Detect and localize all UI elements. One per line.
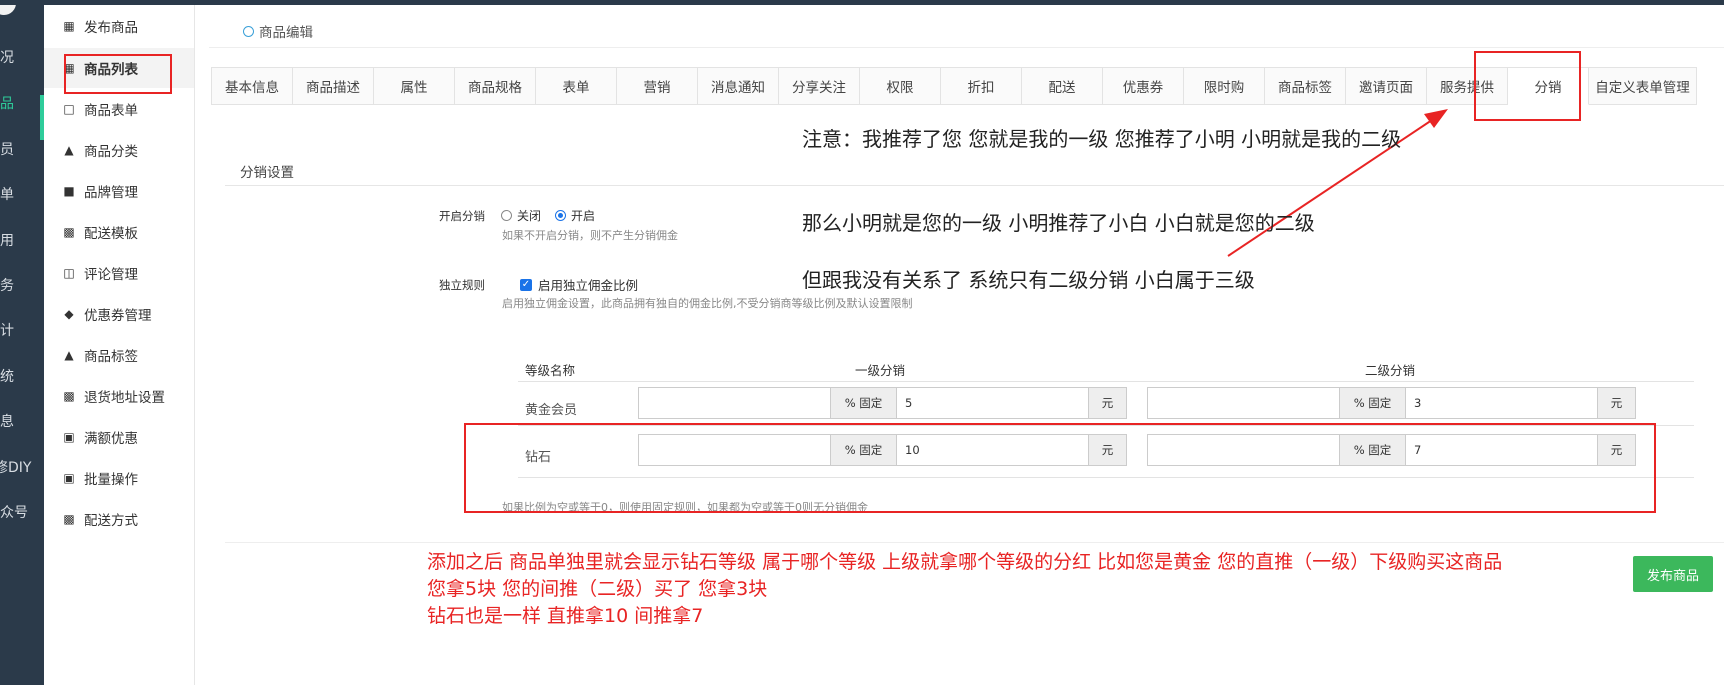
publish-product-button[interactable]: 发布商品 — [1633, 556, 1713, 592]
note-line-1: 注意：我推荐了您 您就是我的一级 您推荐了小明 小明就是我的二级 — [802, 127, 1402, 151]
red-note-line-2: 您拿5块 您的间推（二级）买了 您拿3块 — [427, 578, 768, 600]
red-note-line-3: 钻石也是一样 直推拿10 间推拿7 — [427, 605, 704, 627]
note-line-2: 那么小明就是您的一级 小明推荐了小白 小白就是您的二级 — [802, 211, 1315, 235]
red-note-line-1: 添加之后 商品单独里就会显示钻石等级 属于哪个等级 上级就拿哪个等级的分红 比如… — [427, 551, 1503, 573]
note-line-3: 但跟我没有关系了 系统只有二级分销 小白属于三级 — [802, 268, 1255, 292]
annotation-arrow — [1227, 109, 1448, 257]
